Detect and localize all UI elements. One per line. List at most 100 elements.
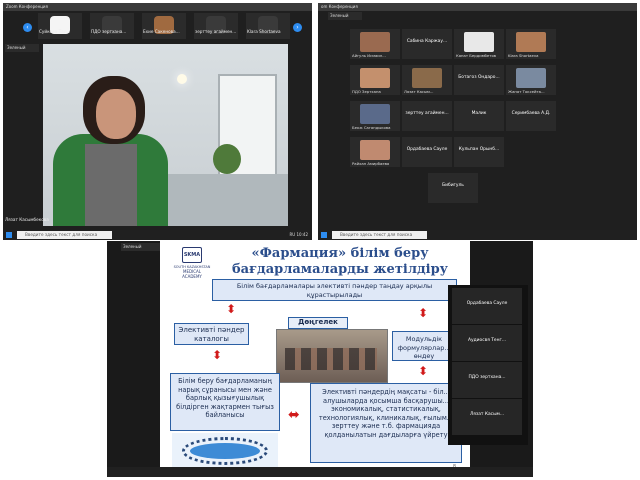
logo-line-3: ACADEMY [182, 274, 202, 279]
participant-name: Райхан Амирбаева [352, 161, 390, 166]
side-participant-name: Аудиосвя Тенг... [468, 338, 506, 343]
participant-name: Бибигуль [442, 183, 464, 188]
thumbnail-1[interactable] [90, 13, 134, 39]
thumbnail-label: зерттеу агаймен... [195, 29, 237, 34]
box-electives-construction: Білім бағдарламалары элективті пәндер та… [212, 279, 457, 301]
participant-tile[interactable]: Серимбаева А.Д. [506, 101, 556, 131]
person-shirt [85, 144, 137, 226]
screenshot-speaker-view: Zoom Конференция ‹ Суйкова Тал... ПДО зе… [3, 3, 312, 240]
box-elective-catalog: Элективті пәндер каталогы [174, 323, 249, 345]
participant-tile[interactable]: Лязат Касым... [402, 65, 452, 95]
participant-name: Жанат Токсейта... [508, 89, 545, 94]
participant-video [464, 32, 494, 52]
participant-video [360, 32, 390, 52]
participant-name: Канат Бердимбетов [456, 53, 497, 58]
round-table-photo [276, 329, 388, 383]
participant-name: Серимбаева А.Д. [511, 111, 551, 116]
participant-tile[interactable]: Жанат Токсейта... [506, 65, 556, 95]
thumbnail-label: ПДО зертхана... [91, 29, 127, 34]
side-participant-name: Лязат Касым... [469, 412, 505, 417]
logo-emblem: SKMA [182, 247, 202, 263]
participant-name: Кульпан Орынб... [458, 147, 500, 152]
box-market-demand: Білім беру бағдарламаның нарық сұранысы … [170, 373, 280, 431]
participant-tile[interactable]: Малик [454, 101, 504, 131]
self-view-label: Зеленый [123, 244, 142, 249]
arrow-down-right: ⬍ [418, 306, 429, 320]
participant-name: зерттеу агаймен... [405, 111, 449, 116]
shared-slide: SKMA SOUTH KAZAKHSTAN MEDICAL ACADEMY «Ф… [160, 241, 470, 473]
box-electives-goal: Элективті пәндердің мақсаты - біл... алу… [310, 383, 462, 463]
side-participant-name: Ордабаева Сауле [466, 301, 508, 306]
thumbnail-label: Суйкова Тал... [39, 29, 71, 34]
side-participant-1[interactable]: Аудиосвя Тенг... [452, 325, 522, 361]
thumbnail-label: Klara Shortaeva [247, 29, 281, 34]
participant-name: Klara Shortaeva [508, 53, 539, 58]
participant-tile[interactable]: Сабина Каржау... [402, 29, 452, 59]
academy-logo: SKMA SOUTH KAZAKHSTAN MEDICAL ACADEMY [172, 247, 212, 295]
slide-title-line-1: «Фармация» білім беру [251, 246, 429, 261]
side-participant-3[interactable]: Лязат Касым... [452, 399, 522, 435]
self-view-tile: Зеленый [5, 44, 39, 52]
thumbnail-2[interactable] [142, 13, 186, 39]
speaker-video [43, 44, 288, 226]
participant-tile[interactable]: Айгуль Исмаил... [350, 29, 400, 59]
taskbar-app-icons[interactable] [119, 232, 189, 240]
thumbnail-label: Ехие Сакенова... [143, 29, 180, 34]
windows-start-icon[interactable] [6, 232, 12, 238]
window-title: om Конференция [318, 3, 637, 11]
windows-taskbar: Введите здесь текст для поиска [318, 230, 637, 240]
thumbnail-0[interactable] [38, 13, 82, 39]
conference-table-image [172, 433, 278, 467]
participant-tile[interactable]: зерттеу агаймен... [402, 101, 452, 131]
arrow-vertical-left: ⬍ [212, 348, 223, 362]
side-participant-2[interactable]: ПДО зертхана... [452, 362, 522, 398]
taskbar-app-icons[interactable] [434, 232, 504, 240]
participant-name: Бекж Сагандыкова [352, 125, 391, 130]
participant-tile[interactable]: ПДО Зертхана [350, 65, 400, 95]
participant-video [516, 32, 546, 52]
self-view-tile: Зеленый [121, 243, 161, 251]
participant-tile[interactable]: Райхан Амирбаева [350, 137, 400, 167]
participant-tile[interactable]: Канат Бердимбетов [454, 29, 504, 59]
shelf [168, 174, 288, 226]
participant-tile[interactable]: Ордабаева Сауле [402, 137, 452, 167]
participant-tile[interactable]: Бекж Сагандыкова [350, 101, 400, 131]
participant-name: Сабина Каржау... [406, 39, 448, 44]
thumbnail-3[interactable] [194, 13, 238, 39]
participant-name: Лязат Касым... [404, 89, 434, 94]
participant-name: Ботагоз Ондаро... [458, 75, 500, 80]
slide-title-line-2: бағдарламаларды жетілдіру [231, 262, 449, 277]
box-round-table-title: Дөңгелек үстел [288, 317, 348, 335]
participant-name: Ордабаева Сауле [406, 147, 448, 152]
participant-tile[interactable]: Кульпан Орынб... [454, 137, 504, 167]
next-page-button[interactable]: › [293, 23, 302, 32]
windows-start-icon[interactable] [321, 232, 327, 238]
participant-video [360, 104, 390, 124]
participant-tile[interactable]: Бибигуль [428, 173, 478, 203]
arrow-down-left: ⬍ [226, 302, 237, 316]
participant-tile[interactable]: Ботагоз Ондаро... [454, 65, 504, 95]
photo-people [285, 348, 377, 370]
participant-video [516, 68, 546, 88]
ceiling-light [177, 74, 187, 84]
person-face [96, 89, 136, 139]
speaker-name: Лязат Касымбекова [5, 217, 49, 222]
windows-taskbar-3 [107, 467, 533, 477]
box-modular-formulars: Модульдік формулярлар... өндеу [392, 331, 456, 361]
participant-tile[interactable]: Klara Shortaeva [506, 29, 556, 59]
prev-page-button[interactable]: ‹ [23, 23, 32, 32]
taskbar-search-input[interactable]: Введите здесь текст для поиска [17, 231, 112, 239]
participant-name: Айгуль Исмаил... [352, 53, 386, 58]
side-participant-name: ПДО зертхана... [468, 375, 506, 380]
self-view-tile: Зеленый [328, 12, 362, 20]
taskbar-search-input[interactable]: Введите здесь текст для поиска [332, 231, 427, 239]
windows-taskbar: Введите здесь текст для поиска RU 10:42 [3, 230, 312, 240]
participant-video [412, 68, 442, 88]
thumbnail-4[interactable] [246, 13, 290, 39]
slide-title: «Фармация» білім беру бағдарламаларды же… [220, 246, 460, 278]
screenshot-gallery-view: om Конференция Зеленый Айгуль Исмаил... С… [318, 3, 637, 240]
plant [213, 144, 241, 174]
side-participant-0[interactable]: Ордабаева Сауле [452, 288, 522, 324]
participant-video [360, 68, 390, 88]
arrow-vertical-right: ⬍ [418, 364, 429, 378]
